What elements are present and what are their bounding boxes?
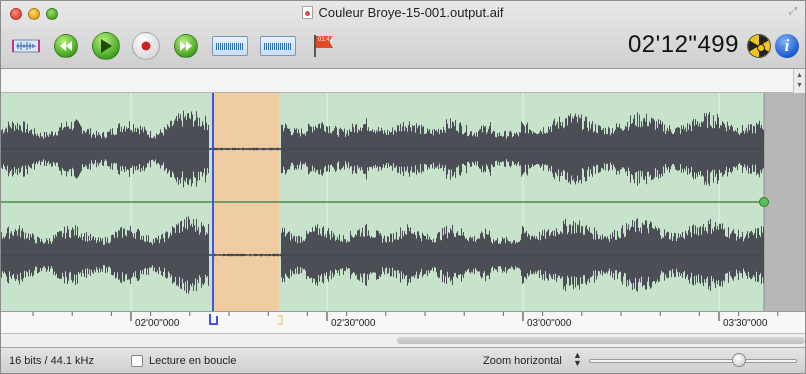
rewind-icon [54, 34, 78, 58]
info-icon[interactable]: i [775, 34, 799, 58]
channel-handle [759, 197, 769, 207]
audio-editor-window: Couleur Broye-15-001.output.aif ⤢ 01:42 … [0, 0, 806, 374]
ruler-label: 03'30"000 [723, 318, 768, 329]
time-ruler[interactable]: 02'00"000 02'30"000 03'00"000 03'30"000 [1, 311, 805, 333]
timecode-display: 02'12"499 [627, 31, 739, 58]
playhead-marker [209, 314, 218, 325]
horizontal-scrollbar[interactable] [1, 333, 805, 347]
selection-icon [12, 39, 40, 53]
radiation-icon[interactable] [747, 34, 771, 58]
zoom-stepper-icon[interactable]: ▲ ▼ [573, 351, 582, 368]
fullscreen-icon[interactable]: ⤢ [789, 6, 797, 17]
zoom-slider-knob[interactable] [731, 353, 746, 367]
rewind-button[interactable] [51, 31, 81, 61]
play-button[interactable] [91, 31, 121, 61]
loop-label[interactable]: Lecture en boucle [149, 355, 236, 367]
ruler-label: 03'00"000 [527, 318, 572, 329]
window-title-text: Couleur Broye-15-001.output.aif [318, 5, 504, 20]
record-button[interactable] [131, 31, 161, 61]
selection-end-marker [278, 315, 283, 325]
play-icon [92, 32, 120, 60]
document-icon [302, 6, 314, 19]
waveform-compact-icon [260, 36, 296, 56]
fast-forward-button[interactable] [171, 31, 201, 61]
status-bar: 16 bits / 44.1 kHz Lecture en boucle Zoo… [1, 347, 805, 373]
vertical-scroll-arrows[interactable]: ▲ ▼ [793, 69, 805, 93]
ruler-label: 02'00"000 [135, 318, 180, 329]
marker-button[interactable]: 01:42 [307, 31, 337, 61]
ruler-label: 02'30"000 [331, 318, 376, 329]
waveform-zoom-button[interactable] [259, 31, 297, 61]
toolbar: 01:42 [11, 31, 337, 61]
horizontal-scroll-thumb[interactable] [397, 337, 805, 344]
waveform-icon [212, 36, 248, 56]
fast-forward-icon [174, 34, 198, 58]
waveform-canvas[interactable] [1, 93, 805, 311]
selection-tool-button[interactable] [11, 31, 41, 61]
overview-strip: ▲ ▼ [1, 69, 805, 93]
waveform-view[interactable] [1, 93, 805, 311]
toolbar-area: Couleur Broye-15-001.output.aif ⤢ 01:42 … [1, 1, 805, 69]
loop-checkbox[interactable] [131, 355, 143, 367]
zoom-slider-track[interactable] [589, 359, 797, 363]
record-icon [132, 32, 160, 60]
flag-icon: 01:42 [310, 34, 334, 58]
waveform-view-button[interactable] [211, 31, 249, 61]
window-title: Couleur Broye-15-001.output.aif [1, 5, 805, 20]
end-region [764, 93, 805, 311]
audio-format-label: 16 bits / 44.1 kHz [9, 355, 94, 367]
ruler-ticks [32, 312, 779, 325]
zoom-label: Zoom horizontal [483, 355, 562, 367]
